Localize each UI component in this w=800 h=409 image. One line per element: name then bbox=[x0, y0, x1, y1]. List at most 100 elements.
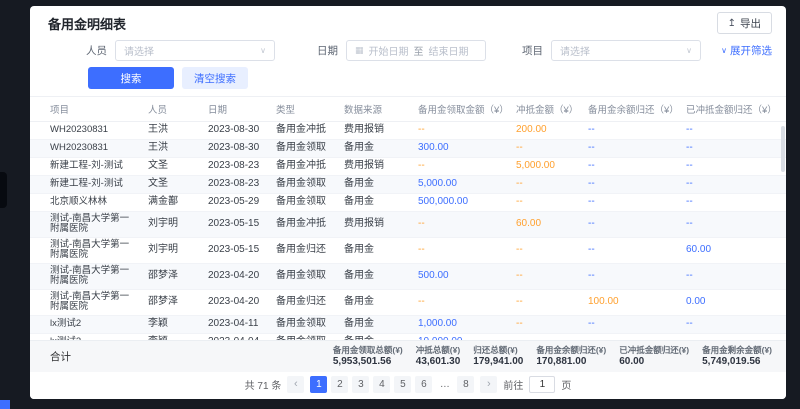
amount-cell: -- bbox=[680, 264, 786, 290]
person-cell: 邵梦泽 bbox=[142, 290, 202, 316]
total-count: 共 71 条 bbox=[245, 377, 282, 392]
type-cell: 备用金领取 bbox=[270, 194, 338, 212]
column-header: 备用金余额归还（¥） bbox=[582, 97, 680, 122]
summary-item-value: 5,749,019.56 bbox=[702, 356, 772, 368]
clear-search-button[interactable]: 清空搜索 bbox=[182, 67, 248, 89]
page-button[interactable]: 3 bbox=[352, 376, 369, 393]
vertical-scrollbar[interactable] bbox=[781, 126, 785, 172]
person-select[interactable]: 请选择 ∨ bbox=[115, 40, 275, 61]
amount-cell: 60.00 bbox=[510, 212, 582, 238]
amount-cell: -- bbox=[510, 334, 582, 341]
type-cell: 备用金冲抵 bbox=[270, 212, 338, 238]
person-label: 人员 bbox=[86, 43, 107, 58]
summary-item-label: 冲抵总额(¥) bbox=[416, 345, 461, 356]
amount-cell: -- bbox=[582, 212, 680, 238]
prev-page-button[interactable]: ‹ bbox=[287, 376, 304, 393]
main-card: 备用金明细表 ↥ 导出 人员 请选择 ∨ 日期 ▦ 开始日期 至 结束日期 项目 bbox=[30, 6, 786, 399]
amount-cell: -- bbox=[510, 264, 582, 290]
goto-unit: 页 bbox=[561, 377, 571, 392]
person-cell: 邵梦泽 bbox=[142, 264, 202, 290]
column-header: 冲抵金额（¥） bbox=[510, 97, 582, 122]
goto-label: 前往 bbox=[503, 377, 523, 392]
table-row: lx测试2李颖2023-04-11备用金领取备用金1,000.00------ bbox=[30, 316, 786, 334]
table-row: 测试-南昌大学第一附属医院刘宇明2023-05-15备用金冲抵费用报销--60.… bbox=[30, 212, 786, 238]
search-button[interactable]: 搜索 bbox=[88, 67, 174, 89]
project-cell: 测试-南昌大学第一附属医院 bbox=[30, 238, 142, 264]
source-cell: 备用金 bbox=[338, 264, 412, 290]
amount-cell: -- bbox=[510, 316, 582, 334]
export-button[interactable]: ↥ 导出 bbox=[717, 12, 772, 34]
page-button[interactable]: 4 bbox=[373, 376, 390, 393]
amount-cell: -- bbox=[510, 140, 582, 158]
date-cell: 2023-04-20 bbox=[202, 264, 270, 290]
type-cell: 备用金领取 bbox=[270, 140, 338, 158]
amount-cell: -- bbox=[510, 176, 582, 194]
summary-item: 备用金领取总额(¥)5,953,501.56 bbox=[333, 345, 403, 368]
person-cell: 王洪 bbox=[142, 122, 202, 140]
amount-cell: -- bbox=[582, 334, 680, 341]
export-label: 导出 bbox=[740, 16, 761, 31]
person-cell: 满金鄯 bbox=[142, 194, 202, 212]
amount-cell: -- bbox=[582, 140, 680, 158]
amount-cell: -- bbox=[412, 122, 510, 140]
source-cell: 备用金 bbox=[338, 290, 412, 316]
summary-item-value: 179,941.00 bbox=[473, 356, 523, 368]
side-drawer-handle[interactable] bbox=[0, 172, 7, 208]
goto-page-input[interactable] bbox=[529, 376, 555, 393]
summary-item-value: 43,601.30 bbox=[416, 356, 461, 368]
column-header: 已冲抵金额归还（¥） bbox=[680, 97, 786, 122]
type-cell: 备用金领取 bbox=[270, 176, 338, 194]
person-placeholder: 请选择 bbox=[124, 43, 154, 58]
next-page-button[interactable]: › bbox=[480, 376, 497, 393]
table-row: 测试-南昌大学第一附属医院刘宇明2023-05-15备用金归还备用金------… bbox=[30, 238, 786, 264]
date-cell: 2023-04-20 bbox=[202, 290, 270, 316]
summary-items: 备用金领取总额(¥)5,953,501.56冲抵总额(¥)43,601.30归还… bbox=[333, 345, 772, 368]
amount-cell: -- bbox=[510, 238, 582, 264]
project-cell: lx测试2 bbox=[30, 334, 142, 341]
page-button[interactable]: 1 bbox=[310, 376, 327, 393]
date-range-picker[interactable]: ▦ 开始日期 至 结束日期 bbox=[346, 40, 486, 61]
type-cell: 备用金领取 bbox=[270, 264, 338, 290]
date-end-placeholder: 结束日期 bbox=[429, 43, 469, 58]
amount-cell: -- bbox=[680, 334, 786, 341]
person-cell: 文圣 bbox=[142, 158, 202, 176]
amount-cell: -- bbox=[412, 158, 510, 176]
date-start-placeholder: 开始日期 bbox=[369, 43, 409, 58]
amount-cell: -- bbox=[582, 158, 680, 176]
amount-cell: -- bbox=[680, 212, 786, 238]
page-buttons: 123456…8 bbox=[310, 376, 474, 393]
date-separator: 至 bbox=[414, 43, 424, 58]
table-row: WH20230831王洪2023-08-30备用金领取备用金300.00----… bbox=[30, 140, 786, 158]
summary-bar: 合计 备用金领取总额(¥)5,953,501.56冲抵总额(¥)43,601.3… bbox=[30, 340, 786, 372]
expand-filter-link[interactable]: ∨ 展开筛选 bbox=[721, 43, 772, 58]
project-select[interactable]: 请选择 ∨ bbox=[551, 40, 701, 61]
page-button[interactable]: 5 bbox=[394, 376, 411, 393]
project-cell: 测试-南昌大学第一附属医院 bbox=[30, 264, 142, 290]
column-header: 人员 bbox=[142, 97, 202, 122]
type-cell: 备用金领取 bbox=[270, 316, 338, 334]
page-button[interactable]: 2 bbox=[331, 376, 348, 393]
summary-item: 备用金剩余金额(¥)5,749,019.56 bbox=[702, 345, 772, 368]
date-cell: 2023-08-23 bbox=[202, 158, 270, 176]
person-cell: 刘宇明 bbox=[142, 212, 202, 238]
amount-cell: 60.00 bbox=[680, 238, 786, 264]
table-header-row: 项目人员日期类型数据来源备用金领取金额（¥）冲抵金额（¥）备用金余额归还（¥）已… bbox=[30, 97, 786, 122]
source-cell: 备用金 bbox=[338, 176, 412, 194]
source-cell: 备用金 bbox=[338, 334, 412, 341]
person-cell: 李颖 bbox=[142, 334, 202, 341]
summary-item-value: 5,953,501.56 bbox=[333, 356, 403, 368]
person-filter: 人员 请选择 ∨ bbox=[86, 40, 275, 61]
page-button[interactable]: 6 bbox=[415, 376, 432, 393]
table-row: 测试-南昌大学第一附属医院邵梦泽2023-04-20备用金归还备用金----10… bbox=[30, 290, 786, 316]
data-table: 项目人员日期类型数据来源备用金领取金额（¥）冲抵金额（¥）备用金余额归还（¥）已… bbox=[30, 96, 786, 340]
date-cell: 2023-05-29 bbox=[202, 194, 270, 212]
summary-item: 冲抵总额(¥)43,601.30 bbox=[416, 345, 461, 368]
amount-cell: 300.00 bbox=[412, 140, 510, 158]
page-button[interactable]: 8 bbox=[457, 376, 474, 393]
person-cell: 李颖 bbox=[142, 316, 202, 334]
page-ellipsis: … bbox=[436, 376, 453, 393]
card-header: 备用金明细表 ↥ 导出 bbox=[30, 6, 786, 37]
amount-cell: -- bbox=[680, 194, 786, 212]
project-cell: WH20230831 bbox=[30, 122, 142, 140]
amount-cell: -- bbox=[582, 316, 680, 334]
